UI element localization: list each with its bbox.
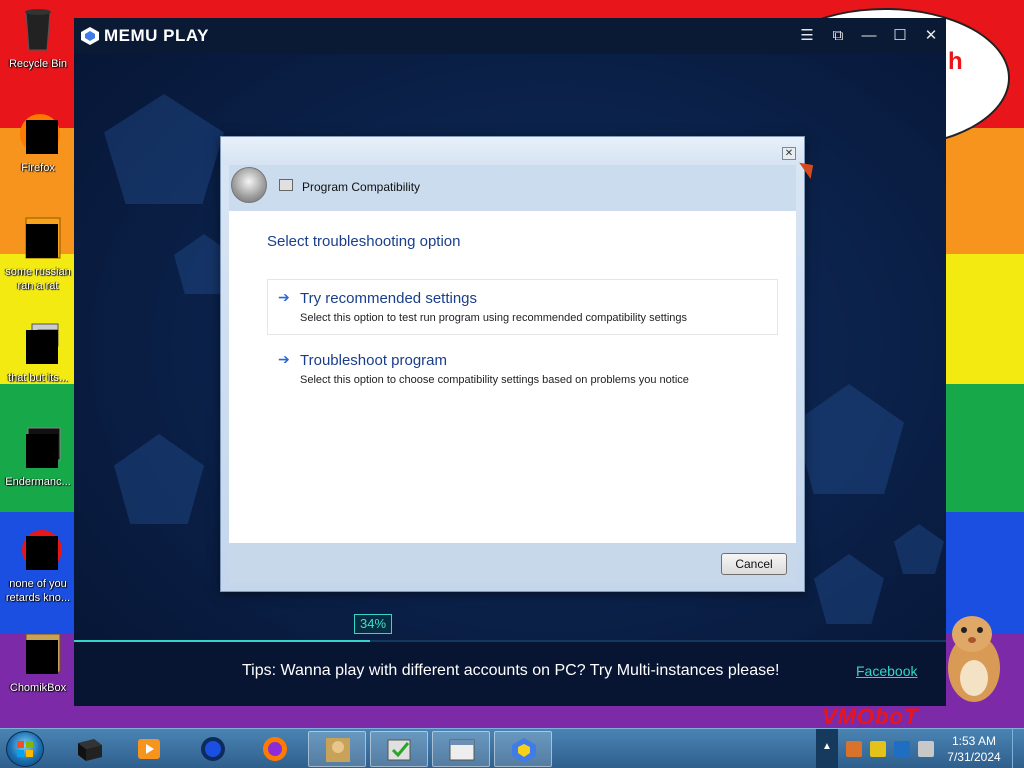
redaction-box [26,536,58,570]
desktop-icon-that-but-its[interactable]: that but its... [2,320,74,385]
folder-icon [14,320,62,368]
program-compatibility-dialog: ✕ Program Compatibility Select troublesh… [220,136,805,592]
redaction-box [26,224,58,258]
show-desktop-button[interactable] [1012,729,1024,768]
arrow-right-icon: ➔ [278,289,290,305]
dialog-title: Program Compatibility [302,180,421,194]
option-try-recommended-settings[interactable]: ➔ Try recommended settings Select this o… [267,279,778,335]
desktop-icon-label: none of you retards kno... [5,578,71,604]
dialog-heading: Select troubleshooting option [267,233,461,250]
option-description: Select this option to test run program u… [300,312,688,324]
background-shape [104,94,224,204]
desktop-icon-firefox[interactable]: Firefox [2,110,74,175]
tips-text: Tips: Wanna play with different accounts… [242,662,780,679]
snapshot-button[interactable]: ⧉ [827,26,849,46]
chomikbox-icon [326,738,350,762]
desktop-icon-label: Endermanc... [5,476,71,488]
checklist-icon [387,739,411,761]
maximize-button[interactable]: ☐ [889,26,911,46]
speech-bubble-text: h [948,48,963,75]
clock-time: 1:53 AM [951,734,997,748]
desktop-icon-chomikbox[interactable]: ChomikBox [2,630,74,695]
program-icon: e [14,214,62,262]
desktop-icon-endermanch[interactable]: Endermanc... [2,424,74,489]
desktop-icon-label: that but its... [8,372,68,384]
firefox-icon [263,737,287,761]
memu-logo-icon [81,27,99,45]
app-icon [14,424,62,472]
memu-titlebar[interactable]: MEMU PLAY ☰ ⧉ — ☐ ✕ [74,18,946,54]
facebook-link[interactable]: Facebook [856,663,917,679]
menu-button[interactable]: ☰ [796,26,818,46]
dialog-header: Program Compatibility [229,165,796,211]
desktop-icon-recycle-bin[interactable]: Recycle Bin [2,6,74,71]
taskbar-item-checklist[interactable] [370,731,428,767]
tray-app-icon[interactable] [870,741,886,757]
cancel-button[interactable]: Cancel [721,553,787,575]
desktop-icon-label: ChomikBox [9,682,67,694]
back-button[interactable] [231,167,267,203]
close-button[interactable]: ✕ [920,26,942,46]
media-player-icon [138,739,160,759]
taskbar-item-explorer[interactable] [60,731,118,767]
compatibility-icon [279,179,293,191]
opera-icon [14,526,62,574]
redaction-box [26,640,58,674]
wallpaper-label: VMOboT [822,704,919,729]
desktop-icon-label: Recycle Bin [8,58,68,70]
hamster-image [948,616,1000,702]
progress-percent: 34% [354,614,392,634]
background-shape [794,384,904,494]
start-button[interactable] [6,731,44,767]
option-description: Select this option to choose compatibili… [300,374,689,386]
volume-icon[interactable] [918,741,934,757]
taskbar-item-chomikbox[interactable] [308,731,366,767]
redaction-box [26,434,58,468]
arrow-right-icon: ➔ [278,351,290,367]
option-troubleshoot-program[interactable]: ➔ Troubleshoot program Select this optio… [267,341,778,397]
taskbar-item-firefox[interactable] [246,731,304,767]
background-shape [814,554,884,624]
firefox-icon [14,110,62,158]
option-title: Troubleshoot program [300,352,448,369]
window-icon [449,739,475,761]
dialog-titlebar[interactable] [221,137,804,165]
clock-date: 7/31/2024 [947,750,1001,764]
chomikbox-icon [14,630,62,678]
background-shape [114,434,204,524]
network-icon[interactable] [894,741,910,757]
globe-icon [201,737,225,761]
tray-app-icon[interactable] [846,741,862,757]
redaction-box [26,120,58,154]
desktop-icon-label: Firefox [21,162,55,174]
minimize-button[interactable]: — [858,26,880,46]
background-shape [894,524,944,574]
taskbar-item-globe[interactable] [184,731,242,767]
desktop-icon-label: some russian ran a rat [5,266,71,292]
memu-logo-icon [512,738,536,763]
taskbar-item-media-player[interactable] [120,731,178,767]
option-title: Try recommended settings [300,290,478,307]
desktop-icon-none-of-you[interactable]: none of you retards kno... [2,526,74,605]
memu-title: MEMU PLAY [104,26,209,45]
taskbar: ▲ 1:53 AM 7/31/2024 [0,728,1024,768]
taskbar-item-program-compatibility[interactable] [432,731,490,767]
redaction-box [26,330,58,364]
taskbar-clock[interactable]: 1:53 AM 7/31/2024 [940,733,1008,765]
taskbar-item-memu[interactable] [494,731,552,767]
recycle-bin-icon [14,6,62,54]
dialog-footer: Cancel [229,543,796,583]
cube-icon [78,739,102,761]
desktop-icon-russian-rat[interactable]: e some russian ran a rat [2,214,74,293]
dialog-content: Select troubleshooting option ➔ Try reco… [229,211,796,543]
tips-bar: Tips: Wanna play with different accounts… [74,642,946,706]
windows-flag-icon [17,741,33,757]
dialog-close-button[interactable]: ✕ [782,147,796,160]
tray-expand-button[interactable]: ▲ [822,741,832,752]
